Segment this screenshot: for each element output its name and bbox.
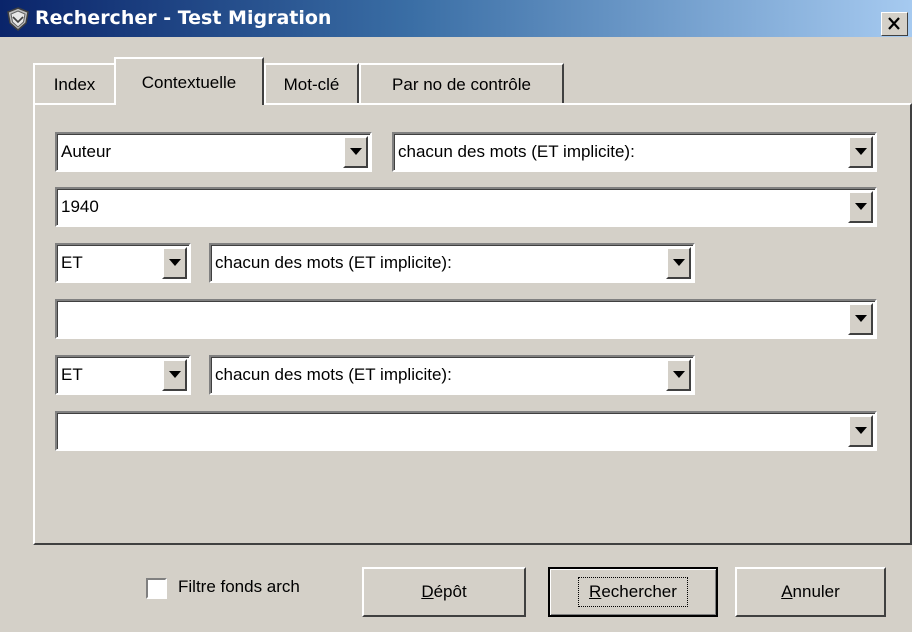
depot-button[interactable]: Dépôt xyxy=(362,567,526,617)
term-combo-1-dropdown-button[interactable] xyxy=(848,191,873,223)
operator-select-3-value: ET xyxy=(61,365,83,384)
term-combo-3[interactable] xyxy=(55,411,877,451)
term-combo-1[interactable]: 1940 xyxy=(55,187,877,227)
tab-contextuelle[interactable]: Contextuelle xyxy=(114,57,264,105)
field-select-1[interactable]: Auteur xyxy=(55,132,372,172)
term-combo-2-dropdown-button[interactable] xyxy=(848,303,873,335)
tab-par-no-de-controle[interactable]: Par no de contrôle xyxy=(359,63,564,105)
mode-select-3-dropdown-button[interactable] xyxy=(666,359,691,391)
filter-fonds-arch-label: Filtre fonds arch xyxy=(178,577,300,596)
chevron-down-icon xyxy=(350,148,362,155)
operator-select-2-dropdown-button[interactable] xyxy=(162,247,187,279)
rechercher-button-label: Rechercher xyxy=(578,577,688,607)
mode-select-3[interactable]: chacun des mots (ET implicite): xyxy=(209,355,695,395)
tab-par-no-de-controle-label: Par no de contrôle xyxy=(392,75,531,94)
title-bar: Rechercher - Test Migration xyxy=(0,0,912,37)
depot-button-label: Dépôt xyxy=(421,582,467,601)
app-shield-icon xyxy=(7,7,29,31)
rechercher-button[interactable]: Rechercher xyxy=(548,567,718,617)
close-icon xyxy=(888,17,900,30)
operator-select-2-value: ET xyxy=(61,253,83,272)
field-select-1-value: Auteur xyxy=(61,142,112,161)
close-button[interactable] xyxy=(881,12,908,36)
annuler-button[interactable]: Annuler xyxy=(735,567,886,617)
chevron-down-icon xyxy=(673,371,685,378)
mode-select-2-dropdown-button[interactable] xyxy=(666,247,691,279)
mode-select-1[interactable]: chacun des mots (ET implicite): xyxy=(392,132,877,172)
mode-select-2[interactable]: chacun des mots (ET implicite): xyxy=(209,243,695,283)
chevron-down-icon xyxy=(855,203,867,210)
mode-select-1-value: chacun des mots (ET implicite): xyxy=(398,142,635,161)
term-combo-2[interactable] xyxy=(55,299,877,339)
operator-select-3[interactable]: ET xyxy=(55,355,191,395)
operator-select-2[interactable]: ET xyxy=(55,243,191,283)
filter-fonds-arch-checkbox[interactable] xyxy=(146,578,167,599)
window-title: Rechercher - Test Migration xyxy=(35,7,332,29)
mode-select-2-value: chacun des mots (ET implicite): xyxy=(215,253,452,272)
tab-mot-cle-label: Mot-clé xyxy=(283,75,340,94)
mode-select-3-value: chacun des mots (ET implicite): xyxy=(215,365,452,384)
annuler-button-label: Annuler xyxy=(781,582,840,601)
tab-mot-cle[interactable]: Mot-clé xyxy=(264,63,359,105)
chevron-down-icon xyxy=(855,427,867,434)
tab-index-label: Index xyxy=(53,75,96,94)
chevron-down-icon xyxy=(169,259,181,266)
tab-contextuelle-label: Contextuelle xyxy=(141,73,237,92)
term-combo-1-value: 1940 xyxy=(61,197,99,216)
chevron-down-icon xyxy=(169,371,181,378)
operator-select-3-dropdown-button[interactable] xyxy=(162,359,187,391)
tab-index[interactable]: Index xyxy=(33,63,116,105)
mode-select-1-dropdown-button[interactable] xyxy=(848,136,873,168)
term-combo-3-dropdown-button[interactable] xyxy=(848,415,873,447)
chevron-down-icon xyxy=(855,148,867,155)
field-select-1-dropdown-button[interactable] xyxy=(343,136,368,168)
chevron-down-icon xyxy=(855,315,867,322)
chevron-down-icon xyxy=(673,259,685,266)
